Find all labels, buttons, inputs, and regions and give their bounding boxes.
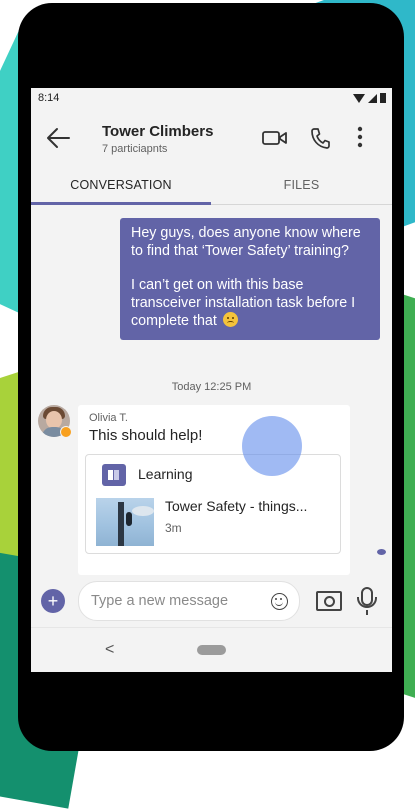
- back-arrow-icon[interactable]: [45, 126, 71, 150]
- emoji-icon[interactable]: [271, 593, 288, 610]
- phone-screen: 8:14 Tower Climbers 7 particiapnts CONVE…: [31, 88, 392, 672]
- camera-icon[interactable]: [316, 591, 342, 611]
- nav-back-icon[interactable]: <: [105, 641, 114, 659]
- learning-card[interactable]: Learning Tower Safety - things... 3m: [85, 454, 341, 554]
- message-text: Hey guys, does anyone know where to find…: [131, 225, 361, 259]
- outgoing-message[interactable]: Hey guys, does anyone know where to find…: [120, 218, 380, 340]
- status-bar: 8:14: [31, 88, 392, 110]
- seen-icon: [377, 549, 386, 555]
- more-options-icon[interactable]: [357, 126, 363, 148]
- message-timestamp: Today 12:25 PM: [171, 381, 252, 393]
- microphone-icon[interactable]: [357, 587, 377, 608]
- card-duration: 3m: [165, 521, 182, 535]
- learning-icon: [102, 464, 126, 486]
- app-header: Tower Climbers 7 particiapnts: [31, 110, 392, 166]
- conversation-area[interactable]: Hey guys, does anyone know where to find…: [31, 205, 392, 575]
- compose-bar: + Type a new message: [31, 575, 392, 627]
- touch-indicator: [242, 416, 302, 476]
- status-time: 8:14: [38, 92, 60, 104]
- system-nav-bar: <: [31, 627, 392, 672]
- battery-icon: [380, 93, 386, 103]
- tab-conversation[interactable]: CONVERSATION: [31, 166, 211, 205]
- presence-status-icon: [60, 426, 72, 438]
- tab-files[interactable]: FILES: [211, 166, 392, 204]
- add-icon[interactable]: +: [41, 589, 65, 613]
- sender-name: Olivia T.: [89, 412, 128, 424]
- status-icons: [353, 93, 386, 103]
- message-input-placeholder: Type a new message: [91, 593, 229, 609]
- tab-bar: CONVERSATION FILES: [31, 166, 392, 205]
- microphone-stem: [366, 610, 368, 615]
- card-title[interactable]: Tower Safety - things...: [165, 498, 307, 514]
- video-call-icon[interactable]: [262, 129, 288, 147]
- message-text: I can’t get on with this base transceive…: [131, 277, 356, 330]
- message-input[interactable]: Type a new message: [78, 581, 300, 621]
- cell-signal-icon: [368, 93, 377, 103]
- card-thumbnail[interactable]: [96, 498, 154, 546]
- frowning-emoji-icon: [222, 312, 238, 328]
- chat-title[interactable]: Tower Climbers: [102, 123, 213, 140]
- nav-home-icon[interactable]: [197, 645, 226, 655]
- wifi-icon: [353, 93, 365, 103]
- message-text: This should help!: [89, 427, 203, 444]
- incoming-message[interactable]: Olivia T. This should help! Learning Tow…: [78, 405, 350, 575]
- phone-call-icon[interactable]: [310, 127, 330, 149]
- participants-count[interactable]: 7 particiapnts: [102, 143, 167, 155]
- card-app-label: Learning: [138, 466, 193, 482]
